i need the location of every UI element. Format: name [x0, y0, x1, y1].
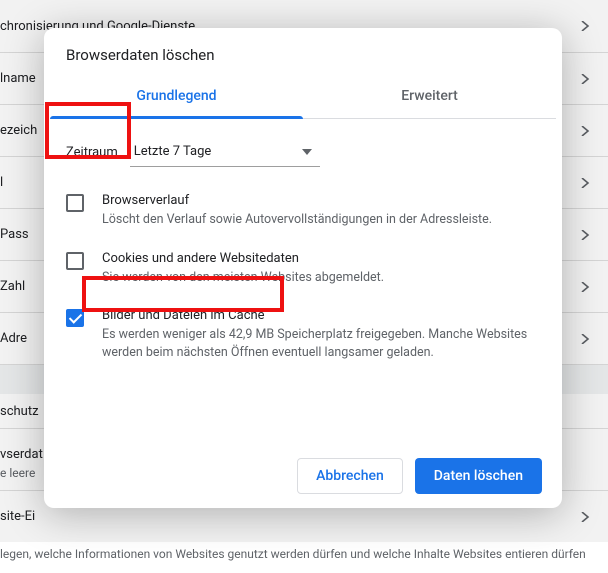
option-text: Bilder und Dateien im Cache Es werden we…: [102, 308, 540, 361]
option-title: Browserverlauf: [102, 193, 492, 208]
tab-indicator: [50, 116, 303, 119]
row-description: legen, welche Informationen von Websites…: [0, 542, 608, 573]
time-range-row: Zeitraum Letzte 7 Tage: [66, 137, 540, 167]
option-text: Browserverlauf Löscht den Verlauf sowie …: [102, 193, 492, 229]
cancel-button[interactable]: Abbrechen: [297, 458, 403, 494]
time-range-select[interactable]: Letzte 7 Tage: [130, 137, 320, 167]
tab-basic[interactable]: Grundlegend: [50, 76, 303, 118]
select-value: Letzte 7 Tage: [134, 144, 212, 159]
checkbox-cookies[interactable]: [66, 252, 84, 270]
option-cookies: Cookies und andere Websitedaten Sie werd…: [66, 251, 540, 287]
clear-data-button[interactable]: Daten löschen: [415, 458, 542, 494]
option-text: Cookies und andere Websitedaten Sie werd…: [102, 251, 384, 287]
option-sub: Sie werden von den meisten Websites abge…: [102, 269, 384, 287]
dialog-actions: Abbrechen Daten löschen: [44, 458, 562, 494]
checkbox-browsing-history[interactable]: [66, 194, 84, 212]
time-range-label: Zeitraum: [66, 145, 118, 160]
option-sub: Löscht den Verlauf sowie Autovervollstän…: [102, 211, 492, 229]
option-browsing-history: Browserverlauf Löscht den Verlauf sowie …: [66, 193, 540, 229]
tab-advanced[interactable]: Erweitert: [303, 76, 556, 118]
option-sub: Es werden weniger als 42,9 MB Speicherpl…: [102, 326, 540, 361]
clear-browsing-data-dialog: Browserdaten löschen Grundlegend Erweite…: [44, 28, 562, 508]
dropdown-triangle-icon: [302, 149, 312, 155]
dialog-title: Browserdaten löschen: [44, 28, 562, 76]
option-title: Cookies und andere Websitedaten: [102, 251, 384, 266]
option-title: Bilder und Dateien im Cache: [102, 308, 540, 323]
checkbox-cache[interactable]: [66, 309, 84, 327]
dialog-tabs: Grundlegend Erweitert: [50, 76, 556, 119]
option-cache: Bilder und Dateien im Cache Es werden we…: [66, 308, 540, 361]
dialog-body: Zeitraum Letzte 7 Tage Browserverlauf Lö…: [44, 119, 562, 458]
